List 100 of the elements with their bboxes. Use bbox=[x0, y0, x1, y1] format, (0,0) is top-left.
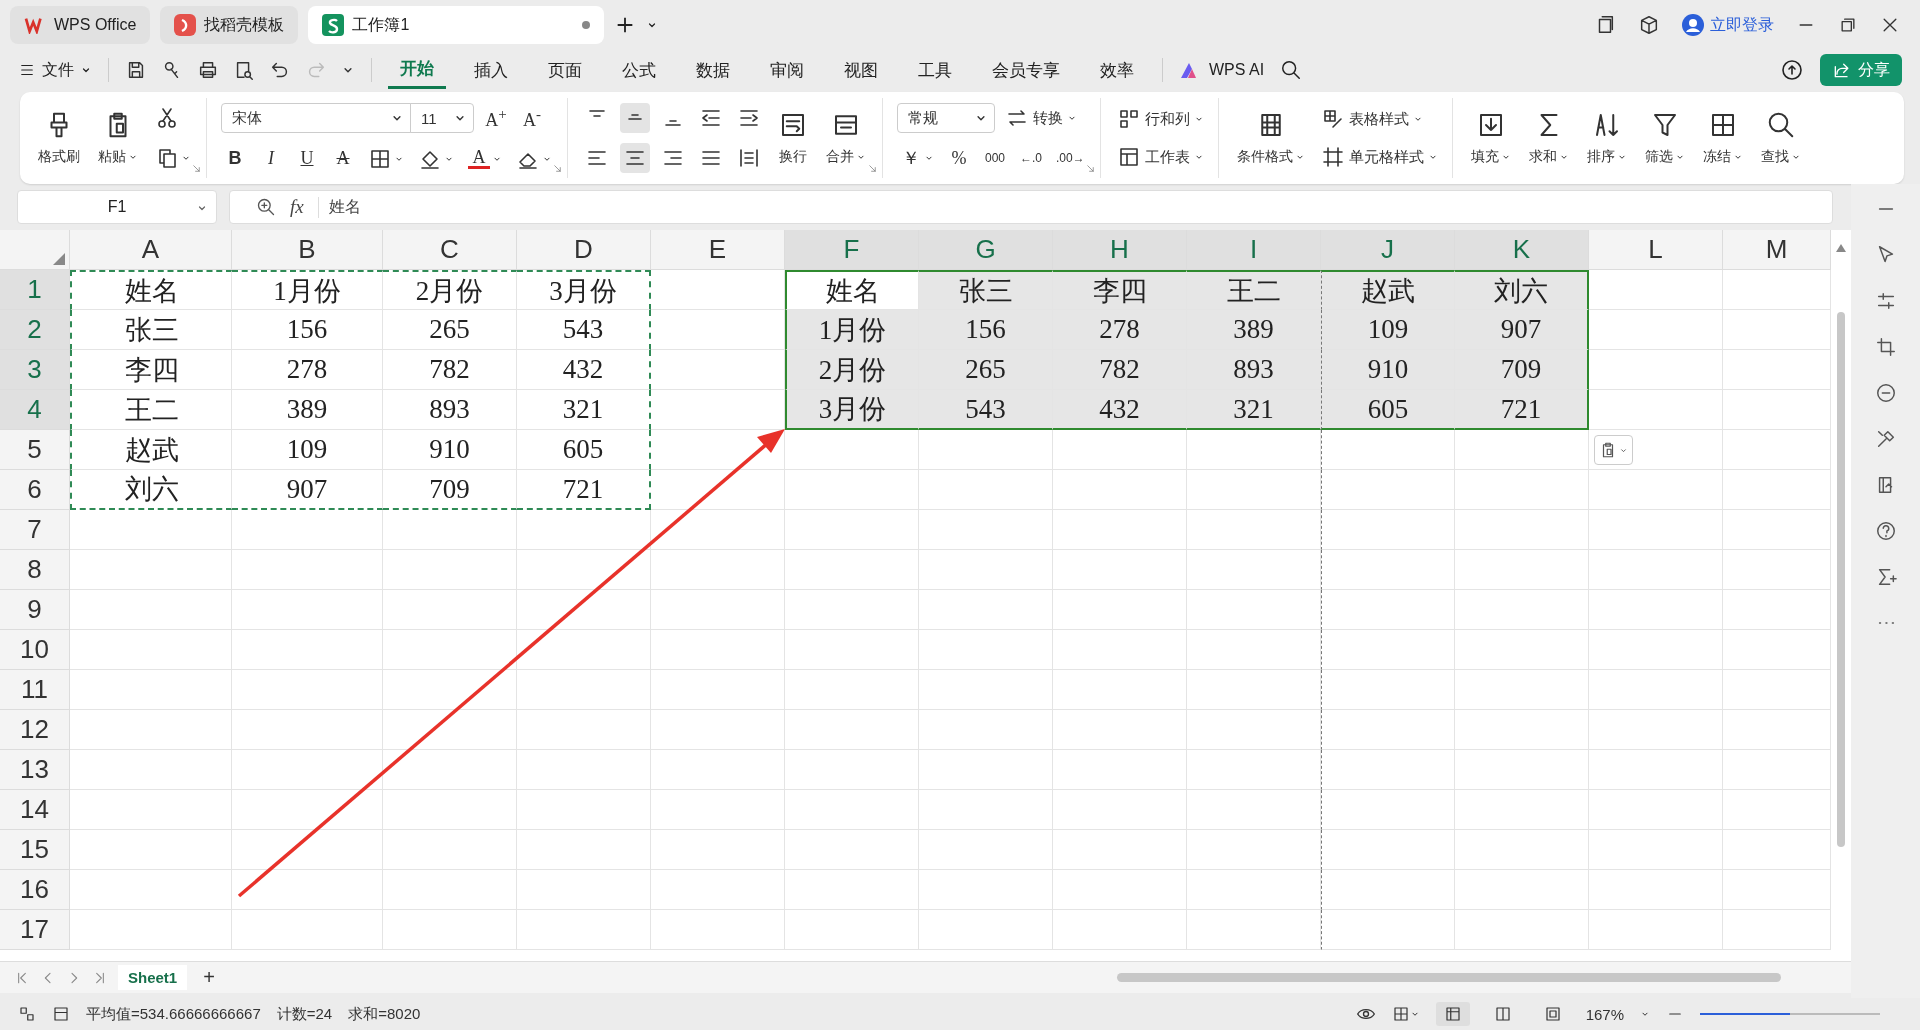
row-header[interactable]: 14 bbox=[0, 790, 70, 830]
toolbar-button[interactable]: 表格样式 bbox=[1318, 105, 1425, 133]
toolbar-button[interactable]: 转换 bbox=[1003, 104, 1079, 132]
ribbon-tab[interactable]: 公式 bbox=[610, 52, 668, 88]
column-header[interactable]: M bbox=[1723, 230, 1831, 270]
ribbon-tab[interactable]: 插入 bbox=[462, 52, 520, 88]
crop-frame-icon[interactable] bbox=[1320, 145, 1345, 169]
document-tab[interactable]: 工作簿1 bbox=[308, 6, 605, 44]
toolbar-button[interactable]: ←.0 bbox=[1017, 148, 1045, 168]
search-icon[interactable] bbox=[1280, 59, 1303, 81]
column-header[interactable]: I bbox=[1187, 230, 1321, 270]
document-tab[interactable]: 找稻壳模板 bbox=[160, 6, 299, 44]
ribbon-tab[interactable]: 视图 bbox=[832, 52, 890, 88]
ribbon-button[interactable]: 排序 bbox=[1582, 106, 1631, 170]
ribbon-button[interactable]: 求和 bbox=[1524, 106, 1573, 170]
row-header[interactable]: 3 bbox=[0, 350, 70, 390]
file-menu[interactable]: 文件 bbox=[18, 59, 92, 81]
sheet-tab[interactable]: Sheet1 bbox=[118, 965, 188, 990]
row-header[interactable]: 7 bbox=[0, 510, 70, 550]
row-header[interactable]: 1 bbox=[0, 270, 70, 310]
ribbon-button[interactable]: 合并 bbox=[822, 106, 870, 170]
ribbon-button[interactable]: 换行 bbox=[774, 106, 812, 170]
ribbon-button[interactable]: 条件格式 bbox=[1232, 106, 1309, 170]
launcher-icon[interactable] bbox=[191, 163, 202, 174]
ribbon-tab[interactable]: 工具 bbox=[906, 52, 964, 88]
view-button[interactable] bbox=[1435, 1002, 1470, 1026]
row-header[interactable]: 5 bbox=[0, 430, 70, 470]
column-header[interactable]: C bbox=[383, 230, 517, 270]
ribbon-tab[interactable]: 数据 bbox=[684, 52, 742, 88]
column-header[interactable]: K bbox=[1455, 230, 1589, 270]
row-header[interactable]: 15 bbox=[0, 830, 70, 870]
function-button[interactable]: fx bbox=[290, 196, 304, 218]
font-select[interactable]: 宋体 bbox=[221, 103, 411, 133]
ribbon-tab[interactable]: 开始 bbox=[388, 51, 446, 89]
toolbar-button[interactable]: A$^{+}$ bbox=[482, 102, 510, 134]
paste-options-button[interactable] bbox=[1594, 435, 1633, 465]
ribbon-button[interactable]: 查找 bbox=[1756, 106, 1805, 170]
view-icon[interactable] bbox=[1543, 1005, 1562, 1023]
column-header[interactable]: E bbox=[651, 230, 785, 270]
print-icon[interactable] bbox=[197, 59, 219, 81]
launcher-icon[interactable] bbox=[867, 163, 878, 174]
help-icon[interactable] bbox=[1874, 520, 1897, 542]
ribbon-button[interactable]: 粘贴 bbox=[94, 106, 142, 170]
scroll-up-icon[interactable] bbox=[1836, 244, 1846, 252]
column-header[interactable]: H bbox=[1053, 230, 1187, 270]
row-header[interactable]: 16 bbox=[0, 870, 70, 910]
grid-icon[interactable] bbox=[1391, 1005, 1410, 1023]
toolbar-button[interactable]: B bbox=[221, 145, 249, 172]
toolbar-button[interactable]: A$^{-}$ bbox=[518, 102, 546, 134]
ai-button[interactable]: WPS AI bbox=[1179, 60, 1265, 80]
ribbon-button[interactable]: 筛选 bbox=[1640, 106, 1689, 170]
document-tab[interactable]: WPS Office bbox=[10, 6, 151, 44]
row-header[interactable]: 11 bbox=[0, 670, 70, 710]
column-header[interactable]: D bbox=[517, 230, 651, 270]
ribbon-button[interactable]: 格式刷 bbox=[34, 106, 84, 170]
ribbon-tab[interactable]: 会员专享 bbox=[980, 52, 1072, 88]
toolbar-button[interactable]: .00→ bbox=[1053, 148, 1088, 168]
column-header[interactable]: F bbox=[785, 230, 919, 270]
cube-icon[interactable] bbox=[1638, 14, 1660, 36]
row-header[interactable]: 17 bbox=[0, 910, 70, 950]
column-header[interactable]: B bbox=[232, 230, 383, 270]
row-header[interactable]: 9 bbox=[0, 590, 70, 630]
toolbar-button[interactable]: 000 bbox=[981, 148, 1009, 168]
toolbar-button[interactable]: 工作表 bbox=[1114, 143, 1206, 171]
cloud-upload-icon[interactable] bbox=[1780, 58, 1804, 82]
column-header[interactable]: A bbox=[70, 230, 232, 270]
format-select[interactable]: 常规 bbox=[897, 103, 995, 133]
login-link[interactable]: 立即登录 bbox=[1682, 14, 1774, 36]
size-select[interactable]: 11 bbox=[410, 103, 474, 133]
select-all-icon[interactable] bbox=[53, 253, 65, 265]
toolbar-button[interactable]: A bbox=[329, 145, 357, 172]
toolbar-button[interactable]: A bbox=[465, 145, 505, 172]
column-header[interactable]: G bbox=[919, 230, 1053, 270]
toolbar-button[interactable]: I bbox=[257, 145, 285, 172]
sheet-icon[interactable] bbox=[52, 1005, 70, 1023]
row-header[interactable]: 2 bbox=[0, 310, 70, 350]
row-header[interactable]: 12 bbox=[0, 710, 70, 750]
row-header[interactable]: 13 bbox=[0, 750, 70, 790]
view-icon[interactable] bbox=[1493, 1005, 1512, 1023]
row-header[interactable]: 8 bbox=[0, 550, 70, 590]
zoom-icon[interactable] bbox=[256, 197, 276, 217]
row-header[interactable]: 6 bbox=[0, 470, 70, 510]
row-header[interactable]: 10 bbox=[0, 630, 70, 670]
horizontal-scrollbar[interactable] bbox=[1117, 973, 1781, 982]
crop-icon[interactable] bbox=[1874, 336, 1897, 358]
toolbar-button[interactable]: % bbox=[945, 144, 973, 172]
ribbon-tab[interactable]: 页面 bbox=[536, 52, 594, 88]
launcher-icon[interactable] bbox=[1084, 163, 1096, 174]
row-header[interactable]: 4 bbox=[0, 390, 70, 430]
ribbon-button[interactable]: 填充 bbox=[1466, 106, 1515, 170]
toolbar-button[interactable]: 单元格样式 bbox=[1318, 143, 1440, 171]
ribbon-button[interactable]: 冻结 bbox=[1698, 106, 1747, 170]
formula-field[interactable]: fx 姓名 bbox=[229, 190, 1833, 224]
toolbar-button[interactable]: ￥ bbox=[897, 143, 937, 173]
view-icon[interactable] bbox=[1443, 1005, 1462, 1023]
ribbon-tab[interactable]: 审阅 bbox=[758, 52, 816, 88]
add-sheet-button[interactable]: + bbox=[197, 966, 221, 989]
macro-icon[interactable] bbox=[18, 1005, 36, 1023]
share-button[interactable]: 分享 bbox=[1820, 54, 1902, 86]
name-box[interactable]: F1 bbox=[17, 190, 217, 224]
